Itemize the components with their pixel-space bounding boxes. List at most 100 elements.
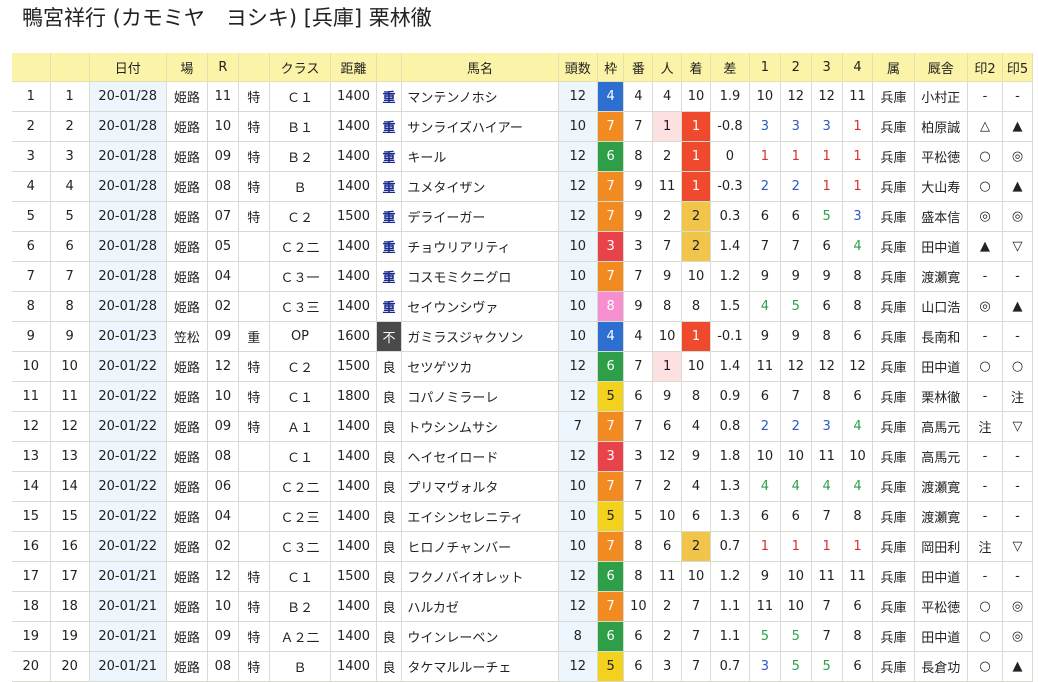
horse-name[interactable]: セイウンシヴァ (401, 291, 559, 322)
corner-2: 10 (780, 561, 812, 592)
table-row[interactable]: 2 2 20-01/28 姫路 10 特 Ｂ１ 1400 重サンライズハイアー 10 7 7 1 1 -0.… (12, 111, 1034, 142)
popularity: 2 (652, 141, 683, 172)
table-row[interactable]: 1 1 20-01/28 姫路 11 特 Ｃ１ 1400 重マンテンノホシ 12 4 4 4 10 1.9 1… (12, 81, 1034, 112)
table-row[interactable]: 20 20 20-01/21 姫路 08 特 Ｂ 1400 良タケマルルーチェ 12 5 6 3 7 0.7… (12, 651, 1034, 682)
table-row[interactable]: 12 12 20-01/22 姫路 09 特 Ａ１ 1400 良トウシンムサシ 7 7 7 6 4 0.8 2… (12, 411, 1034, 442)
margin: 0.3 (710, 201, 750, 232)
header-col-date[interactable]: 日付 (89, 53, 167, 82)
table-row[interactable]: 19 19 20-01/21 姫路 09 特 Ａ２二 1400 良ウインレーベン 8 6 6 2 7 1.1… (12, 621, 1034, 652)
table-row[interactable]: 16 16 20-01/22 姫路 02 Ｃ３二 1400 良ヒロノチャンバー 10 7 8 6 2 0.… (12, 531, 1034, 562)
table-row[interactable]: 8 8 20-01/28 姫路 02 Ｃ３三 1400 重セイウンシヴァ 10 8 9 8 8 1.5 4 5… (12, 291, 1034, 322)
horse-name[interactable]: サンライズハイアー (401, 111, 559, 142)
horse-name[interactable]: ユメタイザン (401, 171, 559, 202)
header-col-margin[interactable]: 差 (710, 53, 750, 82)
header-col-affiliation[interactable]: 属 (872, 53, 915, 82)
table-row[interactable]: 17 17 20-01/21 姫路 12 特 Ｃ１ 1500 良フクノバイオレット 12 6 8 11 1… (12, 561, 1034, 592)
table-row[interactable]: 7 7 20-01/28 姫路 04 Ｃ３一 1400 重コスモミクニグロ 10 7 7 9 10 1.2… (12, 261, 1034, 292)
horse-name[interactable]: トウシンムサシ (401, 411, 559, 442)
table-row[interactable]: 18 18 20-01/21 姫路 10 特 Ｂ２ 1400 良ハルカゼ 12 7 10 2 7 1.1 11… (12, 591, 1034, 622)
distance: 1400 (330, 141, 377, 172)
table-row[interactable]: 4 4 20-01/28 姫路 08 特 Ｂ 1400 重ユメタイザン 12 7 9 11 1 -0.3 2 2… (12, 171, 1034, 202)
corner-3: 12 (811, 81, 843, 112)
header-col-popularity[interactable]: 人 (652, 53, 683, 82)
header-col-special[interactable] (238, 53, 270, 82)
header-col-mark2[interactable]: 印2 (967, 53, 1003, 82)
race-number: 08 (207, 651, 239, 682)
race-class: Ｃ２二 (269, 471, 332, 502)
horse-name[interactable]: コパノミラーレ (401, 381, 559, 412)
track-condition: 良 (376, 591, 403, 622)
header-col-waku[interactable]: 枠 (597, 53, 625, 82)
header-col-corner-3[interactable]: 3 (811, 53, 843, 82)
row-seq: 10 (50, 351, 90, 382)
table-row[interactable]: 3 3 20-01/28 姫路 09 特 Ｂ２ 1400 重キール 12 6 8 2 1 0 1 1 1 1 兵庫 平松… (12, 141, 1034, 172)
row-no: 12 (12, 411, 51, 442)
horse-number: 8 (623, 561, 654, 592)
race-class: Ｃ１ (269, 81, 332, 112)
horse-name[interactable]: ガミラスジャクソン (401, 321, 559, 352)
header-col-no[interactable] (12, 53, 51, 82)
trainer: 平松徳 (914, 591, 969, 622)
header-col-mark5[interactable]: 印5 (1002, 53, 1034, 82)
header-col-race[interactable]: R (207, 53, 239, 82)
horse-name[interactable]: ヘイセイロード (401, 441, 559, 472)
special-flag (238, 261, 270, 292)
horse-name[interactable]: ヒロノチャンバー (401, 531, 559, 562)
margin: 1.3 (710, 471, 750, 502)
special-flag: 特 (238, 381, 270, 412)
header-col-distance[interactable]: 距離 (330, 53, 377, 82)
venue: 姫路 (166, 561, 208, 592)
distance: 1400 (330, 591, 377, 622)
runners: 12 (558, 651, 598, 682)
track-condition: 良 (376, 351, 403, 382)
header-col-track[interactable] (376, 53, 403, 82)
distance: 1400 (330, 291, 377, 322)
table-row[interactable]: 13 13 20-01/22 姫路 08 Ｃ１ 1400 良ヘイセイロード 12 3 3 12 9 1.8… (12, 441, 1034, 472)
horse-name[interactable]: デライーガー (401, 201, 559, 232)
table-row[interactable]: 15 15 20-01/22 姫路 04 Ｃ２三 1400 良エイシンセレニティ 10 5 5 10 6… (12, 501, 1034, 532)
horse-name[interactable]: マンテンノホシ (401, 81, 559, 112)
horse-name[interactable]: コスモミクニグロ (401, 261, 559, 292)
horse-name[interactable]: フクノバイオレット (401, 561, 559, 592)
page-title: 鴨宮祥行 (カモミヤ ヨシキ) [兵庫] 栗林徹 (22, 6, 432, 30)
header-col-corner-2[interactable]: 2 (780, 53, 812, 82)
header-col-number[interactable]: 番 (623, 53, 654, 82)
horse-name[interactable]: チョウリアリティ (401, 231, 559, 262)
waku: 7 (597, 201, 625, 232)
venue: 姫路 (166, 291, 208, 322)
header-col-runners[interactable]: 頭数 (558, 53, 598, 82)
header-col-seq[interactable] (50, 53, 90, 82)
table-row[interactable]: 14 14 20-01/22 姫路 06 Ｃ２二 1400 良プリマヴォルタ 10 7 7 2 4 1.3… (12, 471, 1034, 502)
header-col-trainer[interactable]: 厩舎 (914, 53, 969, 82)
horse-name[interactable]: プリマヴォルタ (401, 471, 559, 502)
corner-4: 8 (842, 291, 874, 322)
corner-1: 4 (749, 291, 781, 322)
table-row[interactable]: 9 9 20-01/23 笠松 09 重 OP 1600 不ガミラスジャクソン 10 4 4 10 1 -0… (12, 321, 1034, 352)
special-flag (238, 441, 270, 472)
header-col-corner-4[interactable]: 4 (842, 53, 874, 82)
header-col-corner-1[interactable]: 1 (749, 53, 781, 82)
affiliation: 兵庫 (872, 621, 915, 652)
horse-name[interactable]: タケマルルーチェ (401, 651, 559, 682)
mark-2: - (967, 471, 1003, 502)
table-row[interactable]: 6 6 20-01/28 姫路 05 Ｃ２二 1400 重チョウリアリティ 10 3 3 7 2 1.4 7… (12, 231, 1034, 262)
finish: 6 (681, 501, 711, 532)
horse-name[interactable]: セツゲツカ (401, 351, 559, 382)
horse-name[interactable]: エイシンセレニティ (401, 501, 559, 532)
race-number: 04 (207, 261, 239, 292)
horse-name[interactable]: ハルカゼ (401, 591, 559, 622)
horse-name[interactable]: ウインレーベン (401, 621, 559, 652)
race-date: 20-01/21 (89, 651, 167, 682)
corner-4: 8 (842, 621, 874, 652)
trainer: 岡田利 (914, 531, 969, 562)
trainer: 平松徳 (914, 141, 969, 172)
horse-name[interactable]: キール (401, 141, 559, 172)
corner-1: 5 (749, 621, 781, 652)
header-col-horse[interactable]: 馬名 (401, 53, 559, 82)
table-row[interactable]: 10 10 20-01/22 姫路 12 特 Ｃ２ 1500 良セツゲツカ 12 6 7 1 10 1.4 1… (12, 351, 1034, 382)
header-col-venue[interactable]: 場 (166, 53, 208, 82)
table-row[interactable]: 5 5 20-01/28 姫路 07 特 Ｃ２ 1500 重デライーガー 12 7 9 2 2 0.3 6 6 5… (12, 201, 1034, 232)
header-col-class[interactable]: クラス (269, 53, 332, 82)
header-col-finish[interactable]: 着 (681, 53, 711, 82)
table-row[interactable]: 11 11 20-01/22 姫路 10 特 Ｃ１ 1800 良コパノミラーレ 12 5 6 9 8 0.9… (12, 381, 1034, 412)
